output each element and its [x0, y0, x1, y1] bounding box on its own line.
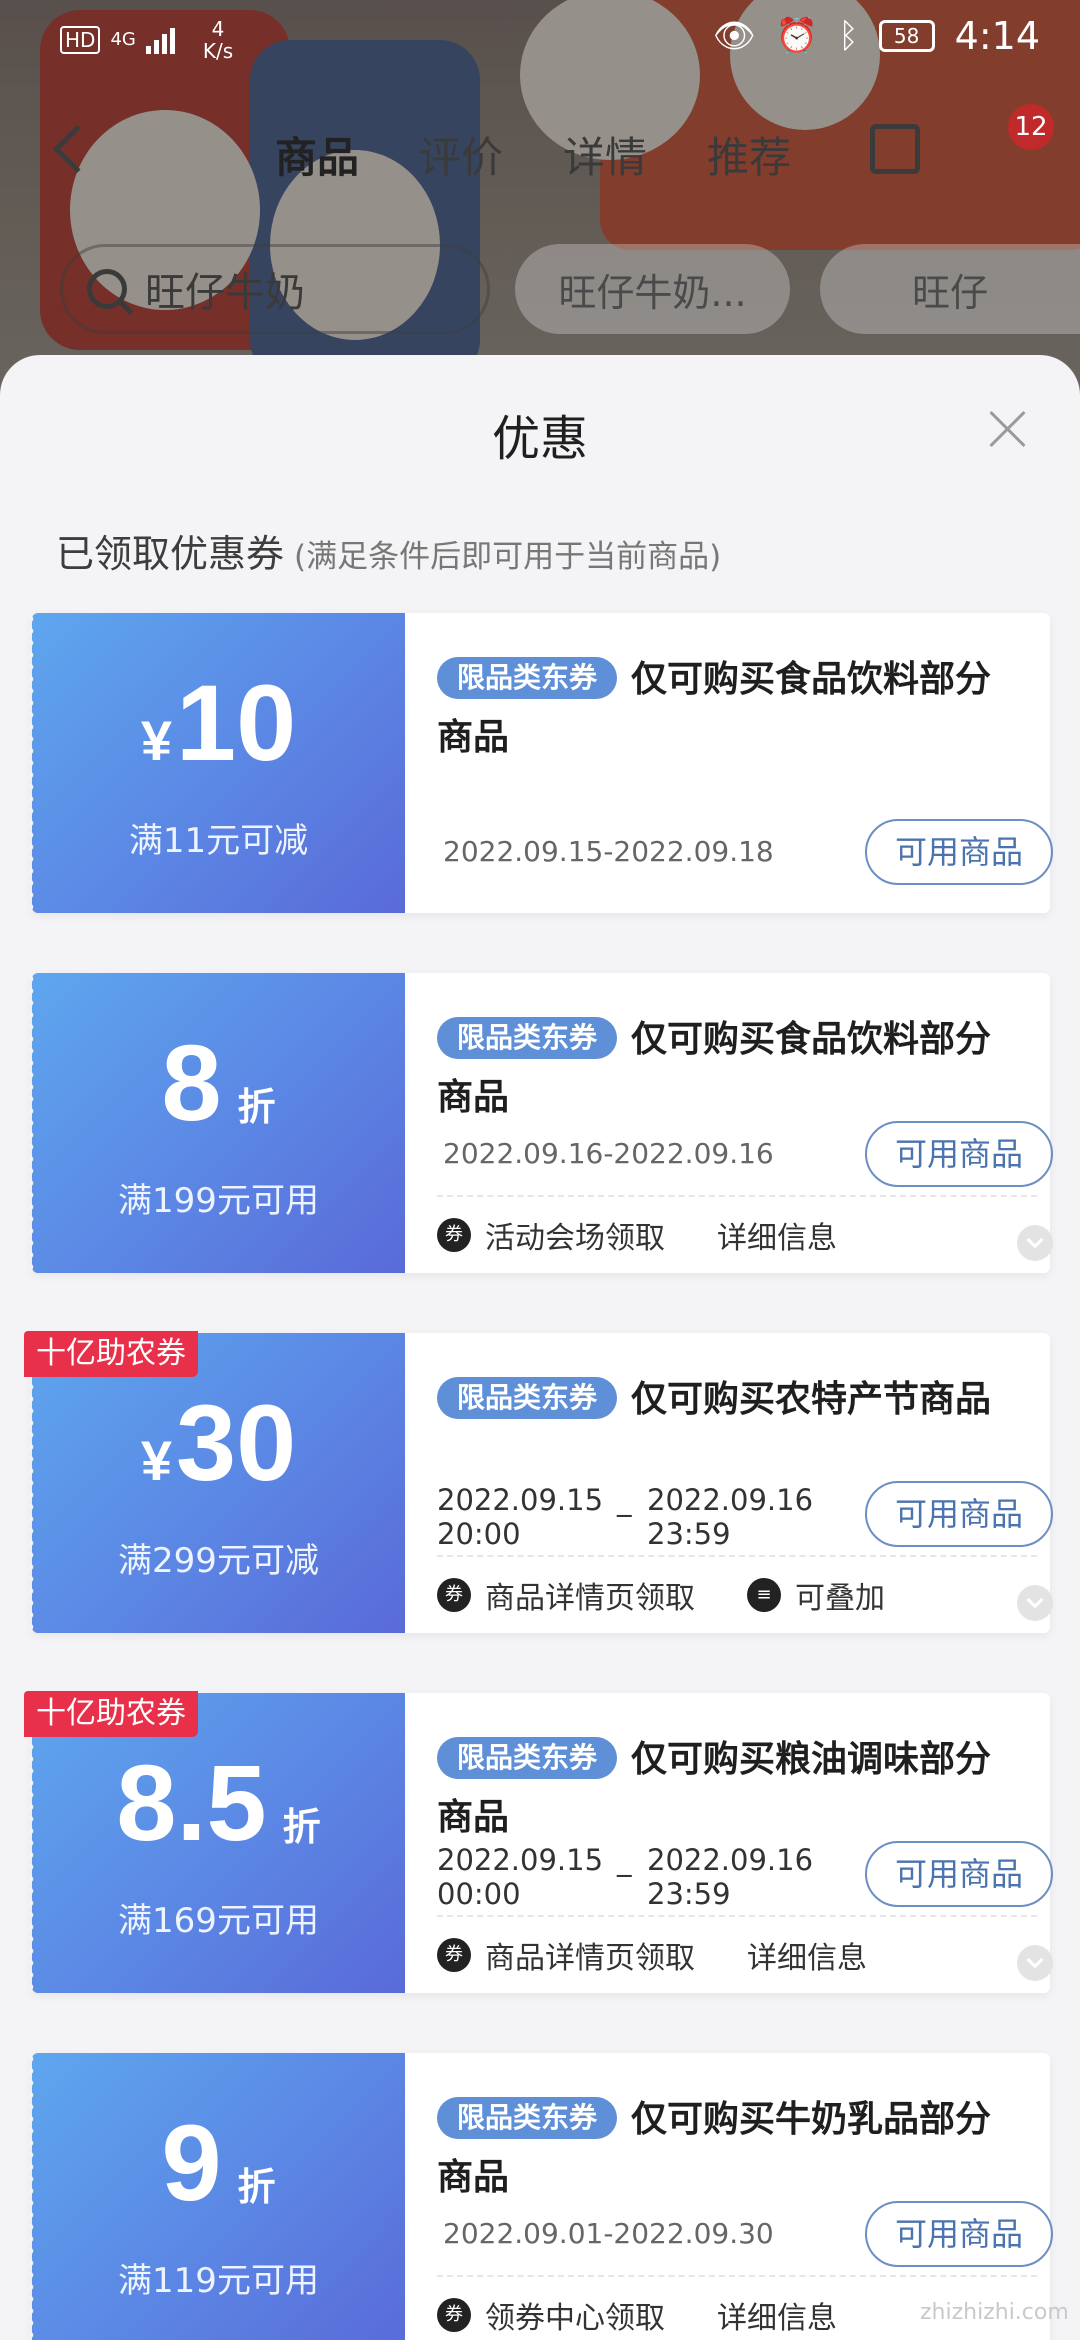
stackable-icon: ≡	[747, 1578, 781, 1612]
coupon-value-panel: 8折 满199元可用	[30, 973, 405, 1273]
coupon-source-icon: 券	[437, 1218, 471, 1252]
tab-recommend[interactable]: 推荐	[707, 124, 791, 185]
details-link[interactable]: 详细信息	[717, 1213, 837, 1257]
coupon-card[interactable]: ¥30 满299元可减 十亿助农券 限品类东券 仅可购买农特产节商品 2022.0…	[24, 1331, 1053, 1633]
coupon-validity: 2022.09.15 _ 2022.09.16 00:00 23:59	[437, 1843, 814, 1911]
sheet-title: 优惠	[491, 411, 588, 467]
chevron-down-icon[interactable]	[1017, 1585, 1053, 1621]
coupon-validity: 2022.09.01-2022.09.30	[443, 2217, 774, 2250]
hd-indicator: HD	[60, 26, 101, 54]
chevron-down-icon[interactable]	[1017, 1945, 1053, 1981]
search-input[interactable]: 旺仔牛奶	[60, 244, 490, 334]
coupon-type-badge: 限品类东券	[437, 1017, 618, 1059]
coupon-unit: 折	[282, 1807, 321, 1849]
coupon-promo-tag: 十亿助农券	[24, 1331, 198, 1377]
search-value: 旺仔牛奶	[145, 270, 305, 316]
coupon-promo-tag: 十亿助农券	[24, 1691, 198, 1737]
coupon-condition: 满299元可减	[118, 1541, 319, 1581]
coupon-amount: 30	[176, 1382, 297, 1503]
currency-symbol: ¥	[140, 709, 172, 772]
coupon-condition: 满119元可用	[118, 2261, 319, 2301]
signal-icon	[145, 26, 175, 54]
coupon-amount: 8	[161, 1022, 222, 1143]
coupon-source-icon: 券	[437, 1938, 471, 1972]
available-products-button[interactable]: 可用商品	[865, 2201, 1053, 2267]
search-icon	[87, 269, 127, 309]
eye-icon: 👁	[712, 16, 756, 56]
network-type: 4G	[110, 29, 136, 50]
section-title: 已领取优惠券	[56, 532, 285, 576]
chevron-down-icon[interactable]	[1017, 1225, 1053, 1261]
available-products-button[interactable]: 可用商品	[865, 1841, 1053, 1907]
currency-symbol: ¥	[140, 1429, 172, 1492]
status-bar: HD 4G 4 K/s 👁 ⏰ ᛒ 58 4:14	[0, 0, 1080, 72]
coupon-card[interactable]: 9折 满119元可用 限品类东券 仅可购买牛奶乳品部分商品 2022.09.01-…	[30, 2053, 1053, 2340]
details-link[interactable]: 详细信息	[717, 2293, 837, 2337]
clock: 4:14	[954, 14, 1040, 58]
product-nav: 商品 评价 详情 推荐	[0, 112, 1080, 192]
section-note: (满足条件后即可用于当前商品)	[294, 539, 722, 575]
stackable-label: 可叠加	[795, 1581, 885, 1616]
coupon-value-panel: ¥10 满11元可减	[30, 613, 405, 913]
coupon-validity: 2022.09.15-2022.09.18	[443, 835, 774, 868]
coupon-source: 活动会场领取	[485, 1221, 665, 1256]
coupon-amount: 8.5	[116, 1742, 267, 1863]
search-chip[interactable]: 旺仔	[820, 244, 1080, 334]
watermark: zhizhizhi.com	[920, 2300, 1069, 2325]
available-products-button[interactable]: 可用商品	[865, 1481, 1053, 1547]
coupon-condition: 满169元可用	[118, 1901, 319, 1941]
coupon-source: 商品详情页领取	[485, 1581, 695, 1616]
tab-details[interactable]: 详情	[563, 124, 647, 185]
coupon-unit: 折	[237, 1087, 276, 1129]
close-icon[interactable]	[988, 409, 1028, 449]
search-chip[interactable]: 旺仔牛奶...	[515, 244, 790, 334]
coupon-source-icon: 券	[437, 2298, 471, 2332]
details-link[interactable]: 详细信息	[747, 1933, 867, 1977]
battery-icon: 58	[878, 20, 935, 52]
coupon-type-badge: 限品类东券	[437, 1377, 618, 1419]
back-arrow-icon[interactable]	[52, 124, 102, 174]
notification-badge: 12	[1008, 104, 1054, 150]
coupon-unit: 折	[237, 2167, 276, 2209]
coupon-source-icon: 券	[437, 1578, 471, 1612]
coupon-title: 仅可购买农特产节商品	[631, 1379, 992, 1420]
coupon-source: 领券中心领取	[485, 2301, 665, 2336]
coupon-source: 商品详情页领取	[485, 1941, 695, 1976]
coupon-value-panel: 9折 满119元可用	[30, 2053, 405, 2340]
search-row: 旺仔牛奶 旺仔牛奶... 旺仔	[0, 244, 1080, 334]
coupon-card[interactable]: 8.5 折 满169元可用 十亿助农券 限品类东券 仅可购买粮油调味部分商品 202…	[24, 1691, 1053, 1993]
available-products-button[interactable]: 可用商品	[865, 1121, 1053, 1187]
net-speed: 4 K/s	[202, 17, 234, 63]
coupon-value-panel: 8.5 折 满169元可用	[30, 1693, 405, 1993]
tab-reviews[interactable]: 评价	[419, 124, 503, 185]
coupon-amount: 9	[161, 2102, 222, 2223]
share-icon[interactable]	[870, 124, 920, 174]
coupon-condition: 满199元可用	[118, 1181, 319, 1221]
section-header: 已领取优惠券 (满足条件后即可用于当前商品)	[56, 523, 721, 578]
tab-product[interactable]: 商品	[275, 124, 359, 185]
bluetooth-icon: ᛒ	[838, 16, 859, 56]
coupon-amount: 10	[176, 662, 297, 783]
coupon-validity: 2022.09.15 _ 2022.09.16 20:00 23:59	[437, 1483, 814, 1551]
coupon-type-badge: 限品类东券	[437, 1737, 618, 1779]
coupon-card[interactable]: 8折 满199元可用 限品类东券 仅可购买食品饮料部分商品 2022.09.16-…	[30, 973, 1053, 1273]
coupon-validity: 2022.09.16-2022.09.16	[443, 1137, 774, 1170]
coupon-card[interactable]: ¥10 满11元可减 限品类东券 仅可购买食品饮料部分商品 2022.09.15-…	[30, 613, 1053, 913]
available-products-button[interactable]: 可用商品	[865, 819, 1053, 885]
coupon-value-panel: ¥30 满299元可减	[30, 1333, 405, 1633]
coupon-type-badge: 限品类东券	[437, 2097, 618, 2139]
coupon-type-badge: 限品类东券	[437, 657, 618, 699]
coupon-sheet: 优惠 已领取优惠券 (满足条件后即可用于当前商品) ¥10 满11元可减 限品类…	[0, 355, 1080, 2340]
alarm-icon: ⏰	[775, 16, 819, 56]
coupon-condition: 满11元可减	[128, 821, 309, 861]
